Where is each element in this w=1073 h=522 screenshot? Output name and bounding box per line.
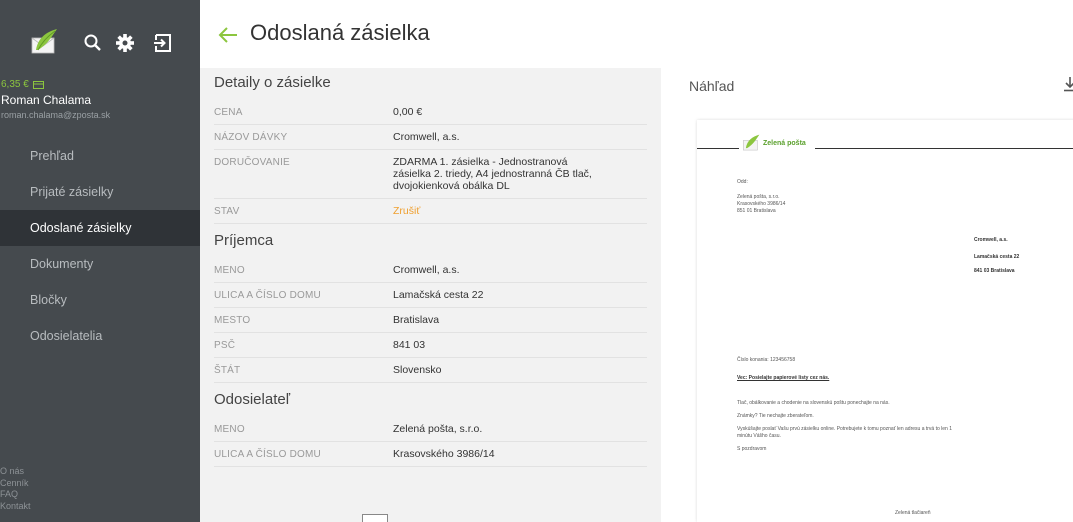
footer-link-faq[interactable]: FAQ	[0, 489, 31, 501]
detail-label: ULICA A ČÍSLO DOMU	[214, 449, 321, 460]
doc-body-line: S pozdravom	[737, 446, 767, 452]
nav-item-prijate-zasielky[interactable]: Prijaté zásielky	[0, 174, 200, 210]
balance-amount: 6,35 €	[1, 79, 29, 90]
doc-rule-right	[815, 148, 1073, 149]
sender-row-name: MENO Zelená pošta, s.r.o.	[214, 417, 647, 442]
detail-label: DORUČOVANIE	[214, 157, 290, 168]
section-title-details: Detaily o zásielke	[214, 74, 331, 91]
detail-value: Cromwell, a.s.	[393, 131, 460, 143]
footer-link-o-nas[interactable]: O nás	[0, 466, 31, 478]
detail-value: Zelená pošta, s.r.o.	[393, 423, 483, 435]
doc-signature: Zelená tlačiareň	[895, 510, 931, 516]
nav-item-dokumenty[interactable]: Dokumenty	[0, 246, 200, 282]
gear-icon[interactable]	[114, 32, 136, 54]
user-email: roman.chalama@zposta.sk	[1, 110, 111, 120]
user-name: Roman Chalama	[1, 93, 92, 107]
detail-value: 0,00 €	[393, 106, 423, 118]
footer-link-cennik[interactable]: Cenník	[0, 478, 31, 490]
shipment-details: Detaily o zásielke CENA 0,00 € NÁZOV DÁV…	[200, 68, 661, 522]
detail-value: 841 03	[393, 339, 426, 351]
logo-icon[interactable]	[30, 28, 58, 56]
nav-item-blocky[interactable]: Bločky	[0, 282, 200, 318]
doc-recipient-line: Lamačská cesta 22	[974, 254, 1020, 260]
detail-value: ZDARMA 1. zásielka - Jednostranová zásie…	[393, 156, 592, 192]
detail-label: STAV	[214, 206, 240, 217]
doc-sender-line: Odd:	[737, 179, 748, 185]
detail-value: Slovensko	[393, 364, 442, 376]
detail-row-status: STAV Zrušiť	[214, 199, 647, 224]
detail-label: MENO	[214, 424, 245, 435]
search-icon[interactable]	[82, 32, 104, 54]
detail-value: Lamačská cesta 22	[393, 289, 484, 301]
doc-body-line: Tlač, obálkovanie a chodenie na slovensk…	[737, 400, 890, 406]
sidebar-nav: Prehľad Prijaté zásielky Odoslané zásiel…	[0, 138, 200, 354]
section-title-sender: Odosielateľ	[214, 391, 291, 408]
doc-body-line: Číslo konania: 123456758	[737, 357, 796, 363]
detail-label: NÁZOV DÁVKY	[214, 132, 288, 143]
wallet-icon	[32, 80, 44, 89]
nav-item-odosielatelia[interactable]: Odosielatelia	[0, 318, 200, 354]
sidebar: 6,35 € Roman Chalama roman.chalama@zpost…	[0, 0, 200, 522]
nav-item-prehlad[interactable]: Prehľad	[0, 138, 200, 174]
section-title-recipient: Príjemca	[214, 232, 274, 249]
doc-recipient-line: 841 03 Bratislava	[974, 268, 1015, 274]
recipient-row-city: MESTO Bratislava	[214, 308, 647, 333]
doc-body-line: Vec: Posielajte papierové listy cez nás.	[737, 375, 830, 381]
doc-body-line: Vyskúšajte poslať Vašu prvú zásielku onl…	[737, 426, 952, 432]
recipient-row-country: ŠTÁT Slovensko	[214, 358, 647, 383]
nav-item-odoslane-zasielky[interactable]: Odoslané zásielky	[0, 210, 200, 246]
detail-row-delivery: DORUČOVANIE ZDARMA 1. zásielka - Jednost…	[214, 150, 647, 199]
doc-logo-icon	[743, 134, 760, 151]
back-arrow-icon[interactable]	[218, 26, 238, 44]
detail-label: ULICA A ČÍSLO DOMU	[214, 290, 321, 301]
recipient-row-street: ULICA A ČÍSLO DOMU Lamačská cesta 22	[214, 283, 647, 308]
detail-row-price: CENA 0,00 €	[214, 100, 647, 125]
doc-sender-line: Krasovského 3986/14	[737, 201, 786, 207]
page-header: Odoslaná zásielka	[200, 0, 1073, 68]
detail-value: Cromwell, a.s.	[393, 264, 460, 276]
credit-balance[interactable]: 6,35 €	[0, 79, 44, 90]
detail-label: ŠTÁT	[214, 365, 241, 376]
doc-body-line: Známky? Tie nechajte zberateľom.	[737, 413, 814, 419]
doc-recipient-line: Cromwell, a.s.	[974, 237, 1008, 243]
page-title: Odoslaná zásielka	[250, 20, 430, 45]
letter-preview: Zelená pošta Odd: Zelená pošta, s.r.o. K…	[697, 120, 1073, 522]
scroll-stub	[362, 514, 388, 522]
detail-label: MESTO	[214, 315, 251, 326]
sidebar-footer: O nás Cenník FAQ Kontakt	[0, 466, 31, 512]
download-icon[interactable]	[1063, 76, 1073, 92]
logout-icon[interactable]	[152, 32, 174, 54]
detail-label: MENO	[214, 265, 245, 276]
footer-link-kontakt[interactable]: Kontakt	[0, 501, 31, 513]
doc-brand: Zelená pošta	[763, 140, 806, 147]
recipient-row-name: MENO Cromwell, a.s.	[214, 258, 647, 283]
detail-label: CENA	[214, 107, 243, 118]
doc-rule-left	[697, 148, 739, 149]
doc-body-line: minútu Vášho času.	[737, 433, 781, 439]
sender-row-street: ULICA A ČÍSLO DOMU Krasovského 3986/14	[214, 442, 647, 467]
detail-row-batch-name: NÁZOV DÁVKY Cromwell, a.s.	[214, 125, 647, 150]
doc-sender-line: 851 01 Bratislava	[737, 208, 776, 214]
doc-sender-line: Zelená pošta, s.r.o.	[737, 194, 780, 200]
detail-value: Krasovského 3986/14	[393, 448, 495, 460]
detail-label: PSČ	[214, 340, 236, 351]
recipient-row-zip: PSČ 841 03	[214, 333, 647, 358]
preview-title: Náhľad	[689, 78, 735, 94]
detail-value: Bratislava	[393, 314, 440, 326]
sidebar-toolbar	[0, 0, 200, 78]
preview-panel: Náhľad Zelená pošta Odd: Zelená pošta, s…	[661, 68, 1073, 522]
cancel-link[interactable]: Zrušiť	[393, 199, 647, 223]
